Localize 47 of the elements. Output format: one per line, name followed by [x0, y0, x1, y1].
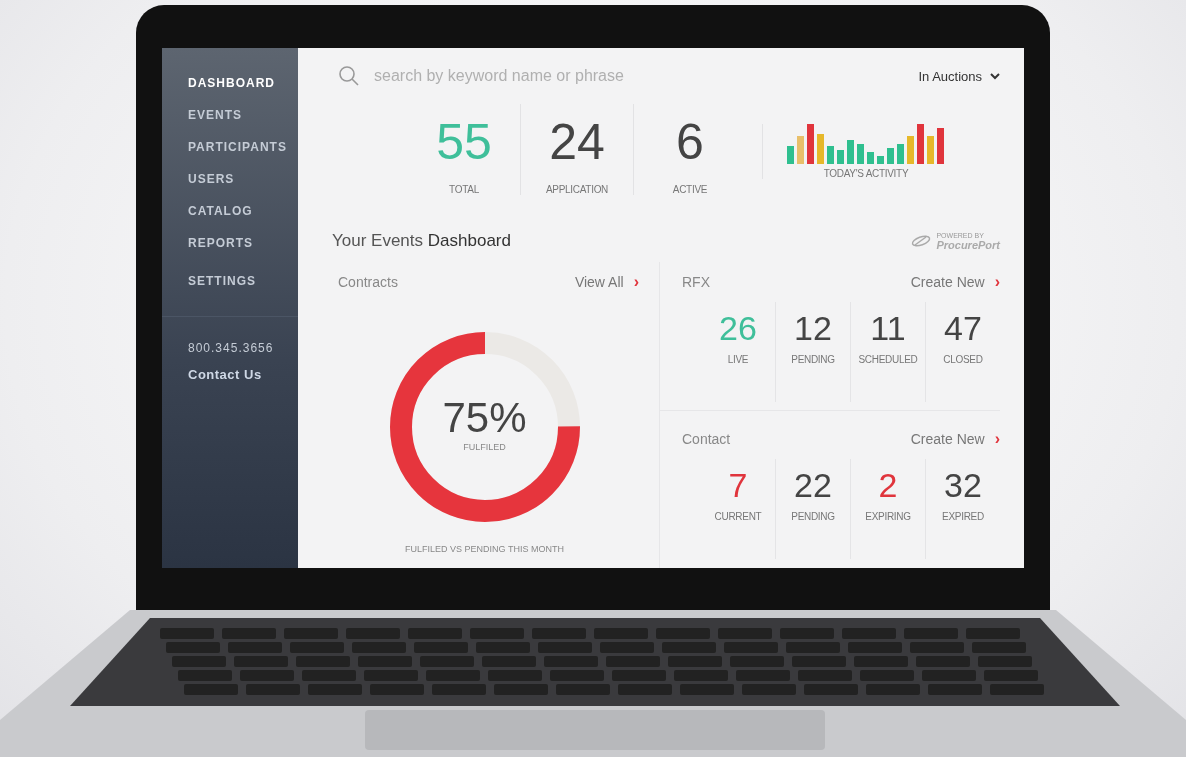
stat-label: PENDING [791, 511, 835, 522]
filter-dropdown[interactable]: In Auctions [918, 68, 1000, 84]
stat-value: 12 [794, 308, 832, 348]
stat-value: 6 [676, 113, 704, 172]
percent-label: FULFILED [463, 442, 506, 452]
stat-label: SCHEDULED [858, 354, 918, 365]
section-title: Contracts [338, 274, 398, 290]
sidebar-item[interactable]: REPORTS [188, 236, 298, 250]
stat-value: 24 [549, 113, 605, 172]
create-new-link[interactable]: Create New › [910, 273, 1000, 291]
search-icon [338, 65, 360, 87]
stat-label: ACTIVE [672, 184, 708, 195]
stat-value: 47 [944, 308, 982, 348]
stat-value: 22 [794, 465, 832, 505]
stat-label: EXPIRED [942, 511, 984, 522]
sidebar-item[interactable]: EVENTS [188, 108, 298, 122]
stat-value: 32 [944, 465, 982, 505]
sidebar-item[interactable]: USERS [188, 172, 298, 186]
stat-label: CURRENT [714, 511, 762, 522]
sidebar-item[interactable]: DASHBOARD [188, 76, 298, 90]
chevron-down-icon [990, 72, 1000, 80]
sidebar-item[interactable]: SETTINGS [188, 274, 298, 288]
stat-label: APPLICATION [545, 184, 609, 195]
stat-label: EXPIRING [865, 511, 911, 522]
sidebar-item[interactable]: PARTICIPANTS [188, 140, 298, 154]
view-all-link[interactable]: View All › [574, 273, 639, 291]
stat-label: LIVE [727, 354, 749, 365]
stat-value: 26 [719, 308, 757, 348]
phone-number: 800.345.3656 [188, 341, 275, 355]
stat-label: CLOSED [943, 354, 983, 365]
logo-icon [910, 234, 933, 248]
contact-link[interactable]: Contact Us [188, 367, 298, 382]
percent-value: 75% [442, 394, 527, 442]
stat-value: 55 [436, 113, 492, 172]
chart-caption: FULFILED VS PENDING THIS MONTH [404, 544, 565, 554]
stat-value: 11 [870, 308, 906, 348]
create-new-link[interactable]: Create New › [910, 430, 1000, 448]
section-title: Contact [682, 431, 731, 447]
stat-label: TOTAL [449, 184, 479, 195]
search-field[interactable]: search by keyword name or phrase [372, 66, 796, 86]
stat-value: 2 [878, 465, 898, 505]
stat-label: PENDING [791, 354, 835, 365]
stat-value: 7 [728, 465, 748, 505]
sidebar-item[interactable]: CATALOG [188, 204, 298, 218]
section-title: RFX [682, 274, 710, 290]
dashboard-title: Your Events Dashboard [332, 231, 511, 251]
chart-label: TODAY'S ACTIVITY [823, 168, 909, 179]
